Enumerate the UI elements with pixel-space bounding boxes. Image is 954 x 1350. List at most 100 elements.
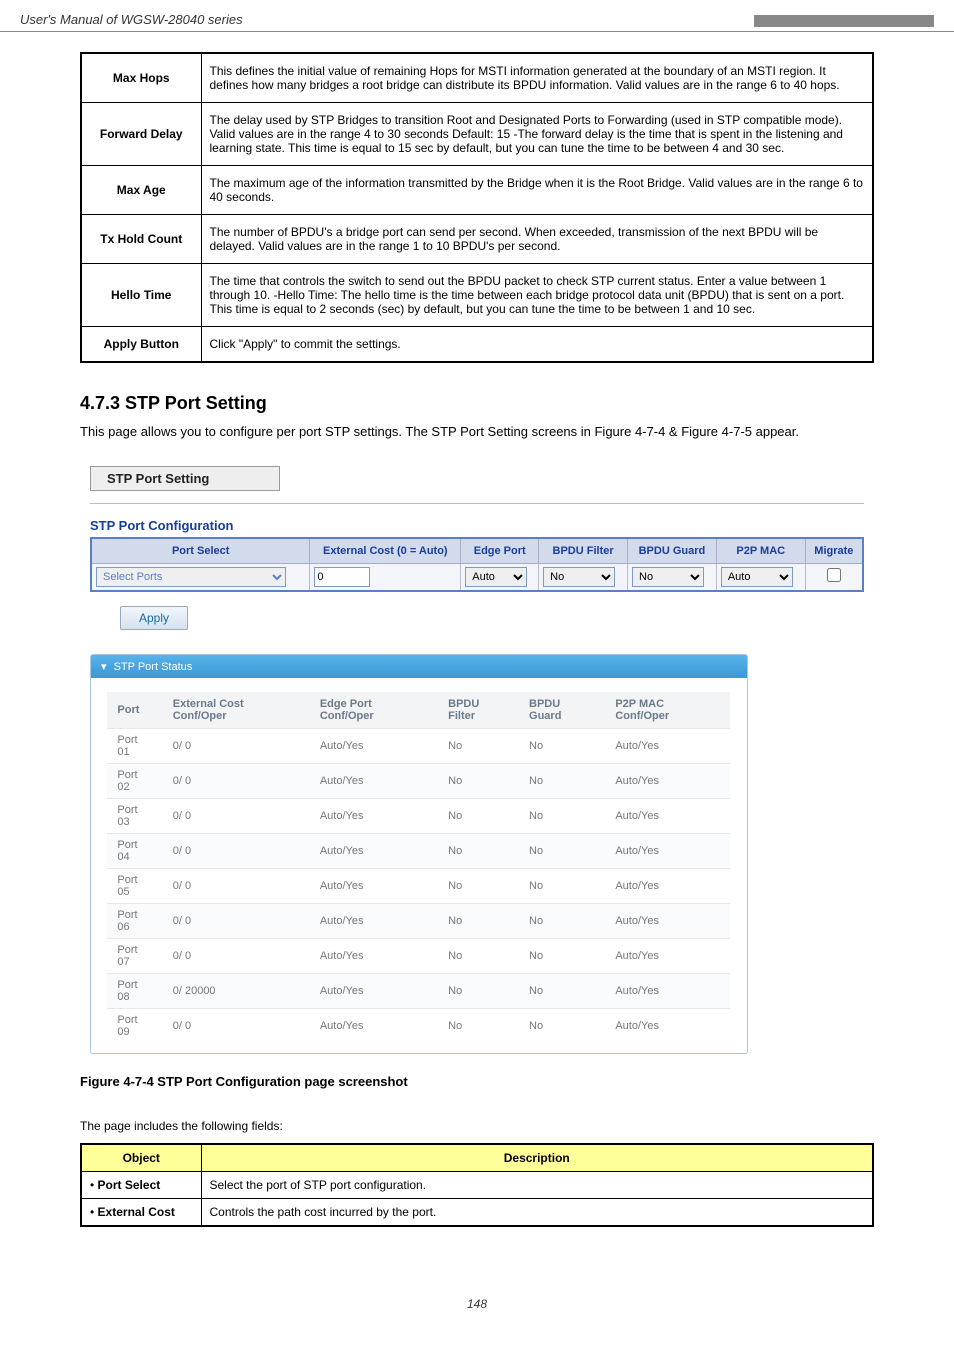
- status-cell: Auto/Yes: [310, 728, 438, 763]
- status-cell: No: [519, 798, 605, 833]
- config-table: Port Select External Cost (0 = Auto) Edg…: [90, 537, 864, 592]
- external-cost-input[interactable]: [314, 567, 370, 587]
- status-cell: 0/ 0: [163, 833, 310, 868]
- status-cell: Auto/Yes: [310, 903, 438, 938]
- table-row: Port 090/ 0Auto/YesNoNoAuto/Yes: [107, 1008, 730, 1043]
- status-cell: No: [438, 833, 519, 868]
- status-cell: No: [519, 1008, 605, 1043]
- status-header[interactable]: ▾ STP Port Status: [91, 655, 747, 678]
- sh-bfilter: BPDU Filter: [438, 692, 519, 729]
- port-select-dropdown[interactable]: Select Ports: [96, 567, 286, 587]
- table-row: • External CostControls the path cost in…: [81, 1198, 873, 1226]
- param-label: Tx Hold Count: [81, 215, 201, 264]
- status-cell: No: [438, 763, 519, 798]
- field-desc: Select the port of STP port configuratio…: [201, 1171, 873, 1198]
- fh-object: Object: [81, 1144, 201, 1172]
- param-label: Hello Time: [81, 264, 201, 327]
- status-cell: 0/ 0: [163, 1008, 310, 1043]
- param-desc: This defines the initial value of remain…: [201, 53, 873, 103]
- param-desc: The delay used by STP Bridges to transit…: [201, 103, 873, 166]
- table-row: Max AgeThe maximum age of the informatio…: [81, 166, 873, 215]
- table-row: Port 060/ 0Auto/YesNoNoAuto/Yes: [107, 903, 730, 938]
- status-cell: Auto/Yes: [310, 868, 438, 903]
- p2p-mac-select[interactable]: Auto: [721, 567, 793, 587]
- table-row: Tx Hold CountThe number of BPDU's a brid…: [81, 215, 873, 264]
- status-cell: No: [438, 938, 519, 973]
- sh-edge: Edge Port Conf/Oper: [310, 692, 438, 729]
- status-cell: 0/ 0: [163, 868, 310, 903]
- page-number: 148: [0, 1297, 954, 1311]
- status-cell: Auto/Yes: [605, 798, 730, 833]
- status-cell: No: [519, 868, 605, 903]
- status-cell: No: [519, 833, 605, 868]
- status-cell: Auto/Yes: [605, 868, 730, 903]
- col-bpdu-filter: BPDU Filter: [539, 538, 628, 564]
- status-table: Port External Cost Conf/Oper Edge Port C…: [107, 692, 730, 1043]
- status-cell: 0/ 0: [163, 763, 310, 798]
- fh-desc: Description: [201, 1144, 873, 1172]
- sh-cost: External Cost Conf/Oper: [163, 692, 310, 729]
- objects-line: The page includes the following fields:: [80, 1119, 874, 1133]
- table-row: Port 050/ 0Auto/YesNoNoAuto/Yes: [107, 868, 730, 903]
- status-cell: Auto/Yes: [605, 833, 730, 868]
- param-desc: The number of BPDU's a bridge port can s…: [201, 215, 873, 264]
- status-cell: No: [438, 868, 519, 903]
- table-row: • Port SelectSelect the port of STP port…: [81, 1171, 873, 1198]
- status-cell: Auto/Yes: [605, 728, 730, 763]
- status-cell: Auto/Yes: [605, 973, 730, 1008]
- screenshot-region: STP Port Setting STP Port Configuration …: [80, 456, 874, 1064]
- status-cell: No: [438, 798, 519, 833]
- param-label: Forward Delay: [81, 103, 201, 166]
- table-row: Port 070/ 0Auto/YesNoNoAuto/Yes: [107, 938, 730, 973]
- field-desc: Controls the path cost incurred by the p…: [201, 1198, 873, 1226]
- param-label: Apply Button: [81, 327, 201, 363]
- page-header: User's Manual of WGSW-28040 series: [0, 0, 954, 32]
- status-panel: ▾ STP Port Status Port External Cost Con…: [90, 654, 748, 1054]
- table-row: Port 030/ 0Auto/YesNoNoAuto/Yes: [107, 798, 730, 833]
- bpdu-guard-select[interactable]: No: [632, 567, 704, 587]
- status-cell: Port 07: [107, 938, 162, 973]
- status-cell: 0/ 0: [163, 798, 310, 833]
- status-cell: No: [519, 763, 605, 798]
- migrate-checkbox[interactable]: [827, 568, 841, 582]
- status-cell: Port 04: [107, 833, 162, 868]
- status-title: STP Port Status: [114, 661, 193, 673]
- col-p2p-mac: P2P MAC: [716, 538, 805, 564]
- col-edge-port: Edge Port: [461, 538, 539, 564]
- table-row: Port 040/ 0Auto/YesNoNoAuto/Yes: [107, 833, 730, 868]
- sh-port: Port: [107, 692, 162, 729]
- status-cell: Auto/Yes: [310, 938, 438, 973]
- stp-title-bar: STP Port Setting: [90, 466, 280, 491]
- parameters-table: Max HopsThis defines the initial value o…: [80, 52, 874, 363]
- table-row: Max HopsThis defines the initial value o…: [81, 53, 873, 103]
- status-cell: No: [438, 903, 519, 938]
- status-cell: 0/ 0: [163, 903, 310, 938]
- section-title: 4.7.3 STP Port Setting: [80, 393, 874, 414]
- status-cell: Port 08: [107, 973, 162, 1008]
- status-cell: No: [519, 728, 605, 763]
- table-row: Forward DelayThe delay used by STP Bridg…: [81, 103, 873, 166]
- section-desc: This page allows you to configure per po…: [80, 422, 874, 442]
- edge-port-select[interactable]: Auto: [465, 567, 527, 587]
- status-cell: No: [438, 728, 519, 763]
- table-row: Apply ButtonClick "Apply" to commit the …: [81, 327, 873, 363]
- apply-button[interactable]: Apply: [120, 606, 188, 630]
- col-external-cost: External Cost (0 = Auto): [310, 538, 461, 564]
- status-cell: Auto/Yes: [605, 1008, 730, 1043]
- status-cell: Auto/Yes: [310, 833, 438, 868]
- status-cell: Auto/Yes: [605, 903, 730, 938]
- table-row: Port 080/ 20000Auto/YesNoNoAuto/Yes: [107, 973, 730, 1008]
- table-row: Port 020/ 0Auto/YesNoNoAuto/Yes: [107, 763, 730, 798]
- table-row: Hello TimeThe time that controls the swi…: [81, 264, 873, 327]
- status-cell: Auto/Yes: [605, 938, 730, 973]
- figure-caption: Figure 4-7-4 STP Port Configuration page…: [80, 1074, 874, 1089]
- status-cell: No: [519, 903, 605, 938]
- status-cell: Port 05: [107, 868, 162, 903]
- status-cell: 0/ 0: [163, 728, 310, 763]
- col-migrate: Migrate: [805, 538, 863, 564]
- param-label: Max Age: [81, 166, 201, 215]
- status-cell: 0/ 0: [163, 938, 310, 973]
- bpdu-filter-select[interactable]: No: [543, 567, 615, 587]
- manual-title: User's Manual of WGSW-28040 series: [20, 12, 243, 27]
- status-cell: No: [438, 1008, 519, 1043]
